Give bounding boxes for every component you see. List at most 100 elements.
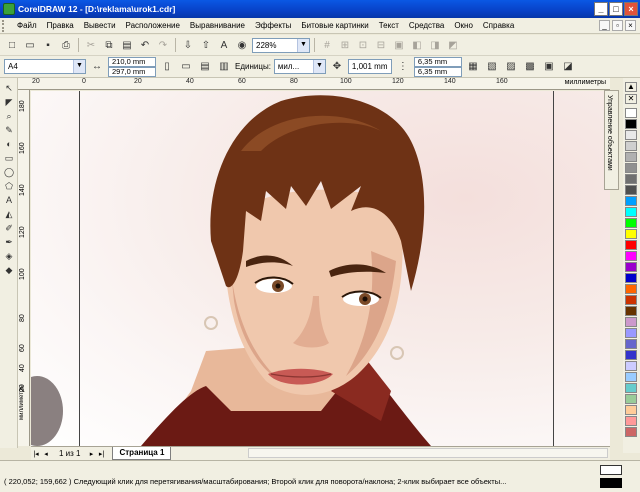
app-launcher-icon[interactable]: ◧ <box>409 37 425 53</box>
color-swatch[interactable] <box>625 416 637 426</box>
color-swatch[interactable] <box>625 218 637 228</box>
bitmap-icon[interactable]: ▨ <box>503 59 519 75</box>
portrait-illustration[interactable] <box>31 91 610 446</box>
launcher-icon[interactable]: A <box>216 37 232 53</box>
horizontal-ruler[interactable]: 20 0 20 40 60 80 100 120 140 160 миллиме… <box>18 78 610 90</box>
corel-online-icon[interactable]: ◉ <box>234 37 250 53</box>
menu-effects[interactable]: Эффекты <box>250 21 296 30</box>
color-swatch[interactable] <box>625 306 637 316</box>
snap-objects-icon[interactable]: ⊡ <box>355 37 371 53</box>
all-pages-icon[interactable]: ▤ <box>197 59 213 75</box>
export-icon[interactable]: ⇧ <box>198 37 214 53</box>
close-button[interactable]: × <box>624 2 638 16</box>
color-swatch[interactable] <box>625 284 637 294</box>
portrait-icon[interactable]: ▯ <box>159 59 175 75</box>
options-icon[interactable]: ▣ <box>391 37 407 53</box>
scroll-up-icon[interactable]: ▲ <box>625 82 637 92</box>
zoom-tool-icon[interactable]: ⌕ <box>3 110 15 122</box>
color-swatch[interactable] <box>625 185 637 195</box>
open-icon[interactable]: ▭ <box>22 37 38 53</box>
color-swatch[interactable] <box>625 251 637 261</box>
paper-type-select[interactable]: A4 ▼ <box>4 59 86 74</box>
doc-restore-button[interactable]: ▫ <box>612 20 623 31</box>
object-manager-docker[interactable]: Управление объектами <box>604 90 619 190</box>
minimize-button[interactable]: _ <box>594 2 608 16</box>
menu-window[interactable]: Окно <box>449 21 478 30</box>
doc-minimize-button[interactable]: _ <box>599 20 610 31</box>
menu-view[interactable]: Вывести <box>79 21 121 30</box>
first-page-icon[interactable]: |◂ <box>31 450 41 458</box>
welcome-icon[interactable]: ◨ <box>427 37 443 53</box>
web-icon[interactable]: ◩ <box>445 37 461 53</box>
chevron-down-icon[interactable]: ▼ <box>73 60 85 73</box>
duplicate-x-input[interactable]: 6,35 mm <box>413 56 462 67</box>
chevron-down-icon[interactable]: ▼ <box>297 38 309 52</box>
paste-icon[interactable]: ▤ <box>119 37 135 53</box>
polygon-tool-icon[interactable]: ⬠ <box>3 180 15 192</box>
freehand-tool-icon[interactable]: ✎ <box>3 124 15 136</box>
color-swatch[interactable] <box>625 229 637 239</box>
import-icon[interactable]: ⇩ <box>180 37 196 53</box>
interactive-fill-icon[interactable]: ◆ <box>3 264 15 276</box>
smart-fill-icon[interactable]: ◐ <box>3 138 15 150</box>
shape-tool-icon[interactable]: ◤ <box>3 96 15 108</box>
chevron-down-icon[interactable]: ▼ <box>312 60 325 73</box>
color-swatch[interactable] <box>625 273 637 283</box>
snap-grid-icon[interactable]: # <box>319 37 335 53</box>
doc-close-button[interactable]: × <box>625 20 636 31</box>
color-swatch[interactable] <box>625 383 637 393</box>
color-swatch[interactable] <box>625 339 637 349</box>
maximize-button[interactable]: □ <box>609 2 623 16</box>
menu-file[interactable]: Файл <box>12 21 42 30</box>
rectangle-tool-icon[interactable]: ▭ <box>3 152 15 164</box>
text-tool-icon[interactable]: A <box>3 194 15 206</box>
landscape-icon[interactable]: ▭ <box>178 59 194 75</box>
menu-tools[interactable]: Средства <box>404 21 449 30</box>
color-swatch[interactable] <box>625 350 637 360</box>
draw-icon[interactable]: ▧ <box>484 59 500 75</box>
menu-bitmaps[interactable]: Битовые картинки <box>296 21 373 30</box>
page-height-input[interactable]: 297,0 mm <box>108 66 156 77</box>
toolbar-grip[interactable] <box>2 19 12 32</box>
outline-tool-icon[interactable]: ✒ <box>3 236 15 248</box>
zoom-level-combo[interactable]: 228% ▼ <box>252 37 310 53</box>
color-swatch[interactable] <box>625 130 637 140</box>
frame-icon[interactable]: ▣ <box>541 59 557 75</box>
color-swatch[interactable] <box>625 141 637 151</box>
interactive-tool-icon[interactable]: ◭ <box>3 208 15 220</box>
treat-as-filled-icon[interactable]: ▦ <box>465 59 481 75</box>
outline-color-indicator[interactable] <box>600 478 622 488</box>
color-swatch[interactable] <box>625 152 637 162</box>
color-swatch[interactable] <box>625 394 637 404</box>
page-tab-1[interactable]: Страница 1 <box>112 447 172 460</box>
color-swatch[interactable] <box>625 163 637 173</box>
current-page-icon[interactable]: ▥ <box>216 59 232 75</box>
color-swatch[interactable] <box>625 427 637 437</box>
menu-text[interactable]: Текст <box>374 21 404 30</box>
new-icon[interactable]: □ <box>4 37 20 53</box>
color-swatch[interactable] <box>625 240 637 250</box>
vertical-ruler[interactable]: 180 160 140 120 100 80 60 40 20 миллимет… <box>18 90 30 446</box>
units-select[interactable]: мил... ▼ <box>273 59 326 74</box>
fill-color-indicator[interactable] <box>600 465 622 475</box>
color-swatch[interactable] <box>625 372 637 382</box>
pick-tool-icon[interactable]: ↖ <box>3 82 15 94</box>
color-swatch[interactable] <box>625 317 637 327</box>
color-swatch[interactable] <box>625 108 637 118</box>
color-swatch[interactable] <box>625 196 637 206</box>
copy-icon[interactable]: ⧉ <box>101 37 117 53</box>
color-swatch[interactable] <box>625 262 637 272</box>
horizontal-scrollbar[interactable] <box>248 448 608 458</box>
color-swatch[interactable] <box>625 207 637 217</box>
drawing-canvas[interactable] <box>31 91 610 446</box>
print-icon[interactable]: ⎙ <box>58 37 74 53</box>
next-page-icon[interactable]: ▸ <box>86 450 96 458</box>
fill-tool-icon[interactable]: ◈ <box>3 250 15 262</box>
color-swatch[interactable] <box>625 174 637 184</box>
layers-icon[interactable]: ◪ <box>560 59 576 75</box>
color-swatch[interactable] <box>625 119 637 129</box>
menu-layout[interactable]: Расположение <box>121 21 185 30</box>
image-icon[interactable]: ▩ <box>522 59 538 75</box>
color-swatch[interactable] <box>625 295 637 305</box>
nudge-offset-input[interactable]: 1,001 mm <box>347 59 392 74</box>
